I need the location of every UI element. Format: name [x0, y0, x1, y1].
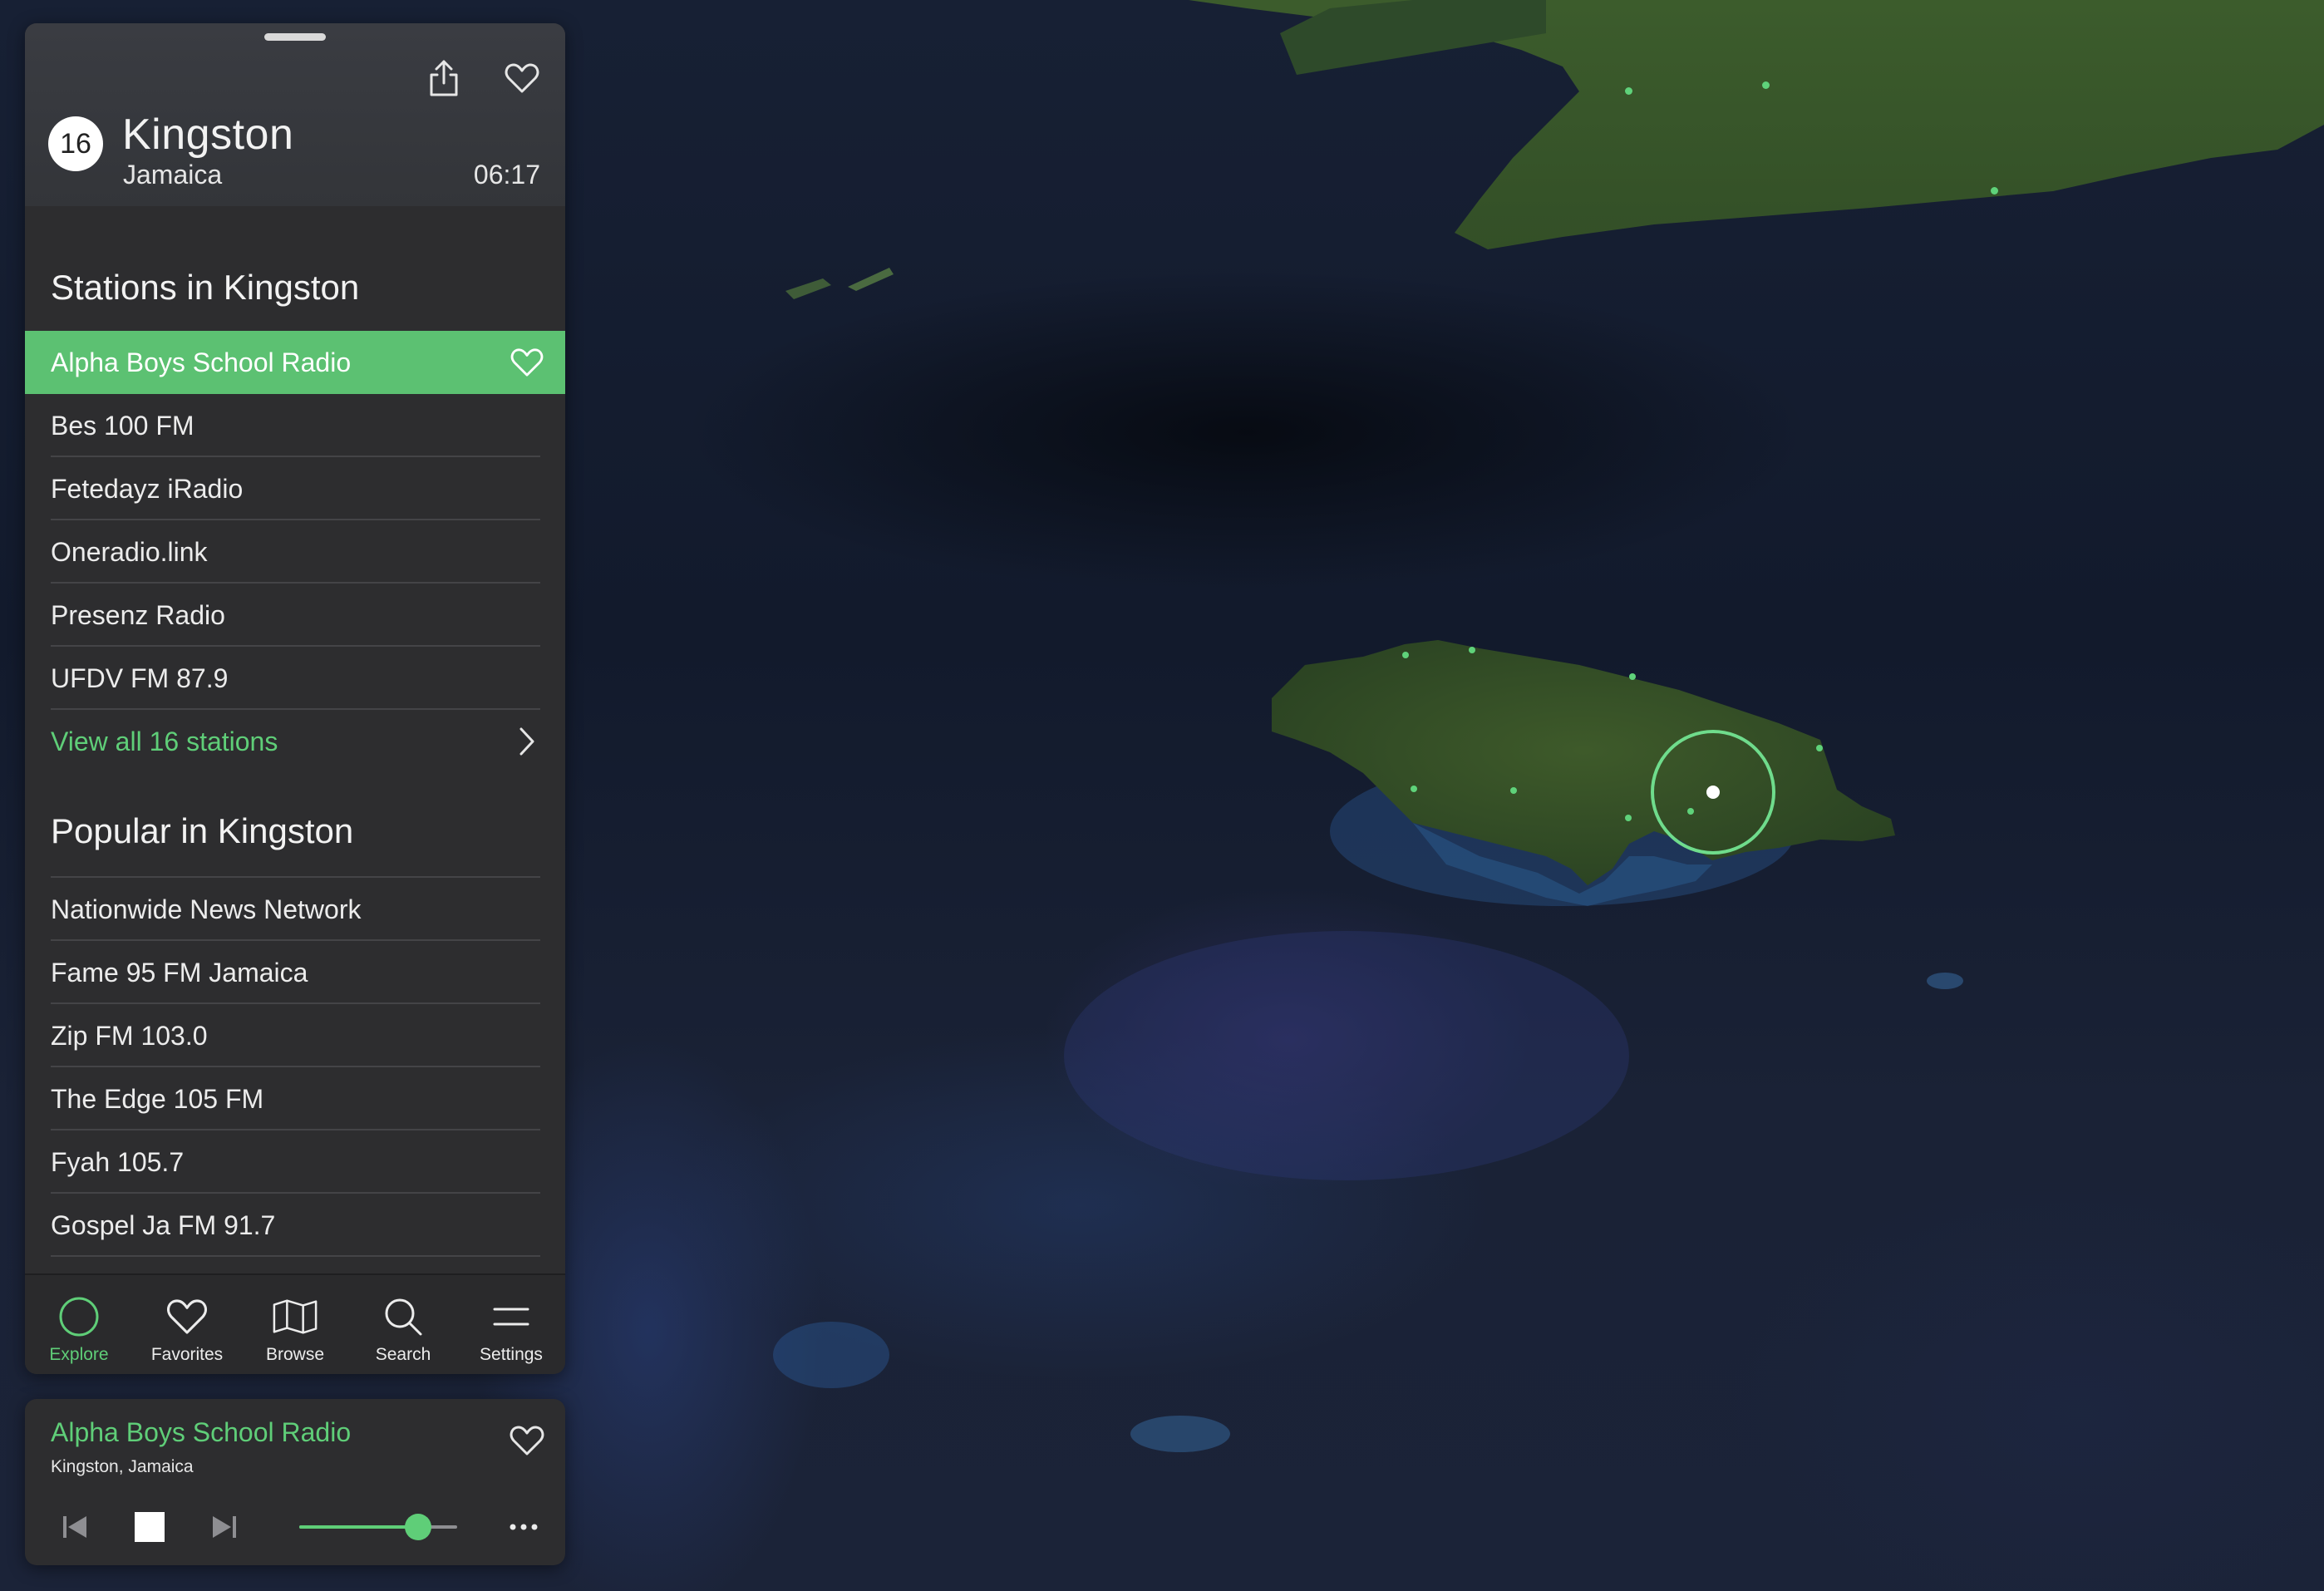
chevron-right-icon — [507, 722, 547, 761]
map-station-pin[interactable] — [1816, 745, 1823, 751]
station-label: Oneradio.link — [51, 537, 208, 567]
station-count-badge: 16 — [48, 116, 103, 171]
stop-icon[interactable] — [125, 1502, 175, 1552]
share-icon[interactable] — [424, 58, 464, 98]
volume-fill — [299, 1525, 418, 1529]
map-station-pin[interactable] — [1469, 647, 1475, 653]
popular-station-row[interactable]: Fyah 105.7 — [25, 1130, 565, 1194]
popular-station-row[interactable]: Fame 95 FM Jamaica — [25, 941, 565, 1004]
map-station-pin[interactable] — [1629, 673, 1636, 680]
station-label: Fyah 105.7 — [51, 1147, 185, 1177]
heart-icon[interactable] — [502, 58, 542, 98]
map-station-pin[interactable] — [1625, 87, 1632, 95]
map-station-pin[interactable] — [1991, 187, 1998, 195]
previous-icon[interactable] — [50, 1502, 100, 1552]
more-icon[interactable] — [499, 1502, 549, 1552]
map-station-pin[interactable] — [1762, 81, 1770, 89]
now-playing-location: Kingston, Jamaica — [51, 1457, 194, 1476]
map-station-pin[interactable] — [1625, 815, 1632, 821]
station-row[interactable]: Fetedayz iRadio — [25, 457, 565, 520]
station-row[interactable]: Bes 100 FM — [25, 394, 565, 457]
tab-label: Search — [375, 1345, 431, 1364]
station-label: Fame 95 FM Jamaica — [51, 958, 308, 988]
station-label: Bes 100 FM — [51, 411, 194, 441]
heart-icon[interactable] — [507, 1421, 547, 1460]
tab-settings[interactable]: Settings — [457, 1275, 565, 1374]
popular-station-row[interactable]: Zip FM 103.0 — [25, 1004, 565, 1067]
tab-label: Browse — [265, 1345, 325, 1364]
panel-scroll-area[interactable]: Stations in Kingston Alpha Boys School R… — [25, 206, 565, 1297]
station-label: Gospel Ja FM 91.7 — [51, 1210, 276, 1240]
heart-icon[interactable] — [507, 342, 547, 382]
station-label: Alpha Boys School Radio — [51, 347, 352, 377]
tab-label: Settings — [480, 1345, 543, 1364]
popular-station-row[interactable]: Nationwide News Network — [25, 878, 565, 941]
volume-slider[interactable] — [299, 1525, 457, 1529]
view-all-stations-link[interactable]: View all 16 stations — [25, 710, 565, 773]
circle-icon — [56, 1293, 102, 1340]
tab-label: Favorites — [150, 1345, 224, 1364]
station-label: Fetedayz iRadio — [51, 474, 244, 504]
city-name: Kingston — [122, 111, 294, 159]
city-panel: 16 Kingston Jamaica 06:17 Stations in Ki… — [25, 23, 565, 1374]
next-icon[interactable] — [199, 1502, 249, 1552]
tab-explore[interactable]: Explore — [25, 1275, 133, 1374]
tab-bar: Explore Favorites Browse Search Settings — [25, 1273, 565, 1374]
local-time: 06:17 — [473, 160, 540, 190]
popular-section-title: Popular in Kingston — [51, 811, 354, 850]
search-icon — [380, 1293, 426, 1340]
volume-knob[interactable] — [404, 1514, 431, 1540]
drag-handle[interactable] — [264, 33, 326, 41]
station-row[interactable]: Presenz Radio — [25, 584, 565, 647]
view-all-label: View all 16 stations — [51, 727, 278, 756]
station-label: Presenz Radio — [51, 600, 225, 630]
map-station-pin[interactable] — [1510, 787, 1517, 794]
country-name: Jamaica — [123, 160, 223, 190]
tab-browse[interactable]: Browse — [241, 1275, 349, 1374]
map-icon — [272, 1293, 318, 1340]
station-row[interactable]: Oneradio.link — [25, 520, 565, 584]
selected-city-dot[interactable] — [1706, 786, 1720, 799]
now-playing-title[interactable]: Alpha Boys School Radio — [51, 1417, 351, 1448]
station-label: Zip FM 103.0 — [51, 1021, 208, 1051]
tab-label: Explore — [49, 1345, 109, 1364]
now-playing-bar: Alpha Boys School Radio Kingston, Jamaic… — [25, 1399, 565, 1565]
menu-icon — [488, 1293, 534, 1340]
map-station-pin[interactable] — [1402, 652, 1409, 658]
station-label: The Edge 105 FM — [51, 1084, 264, 1114]
city-header: 16 Kingston Jamaica 06:17 — [25, 23, 565, 206]
heart-icon — [164, 1293, 210, 1340]
popular-station-row[interactable]: The Edge 105 FM — [25, 1067, 565, 1130]
stations-section-title: Stations in Kingston — [51, 268, 360, 307]
station-row[interactable]: UFDV FM 87.9 — [25, 647, 565, 710]
station-row[interactable]: Alpha Boys School Radio — [25, 331, 565, 394]
station-label: Nationwide News Network — [51, 894, 362, 924]
tab-favorites[interactable]: Favorites — [133, 1275, 241, 1374]
station-label: UFDV FM 87.9 — [51, 663, 229, 693]
popular-station-row[interactable]: Gospel Ja FM 91.7 — [25, 1194, 565, 1257]
tab-search[interactable]: Search — [349, 1275, 457, 1374]
map-station-pin[interactable] — [1411, 786, 1417, 792]
